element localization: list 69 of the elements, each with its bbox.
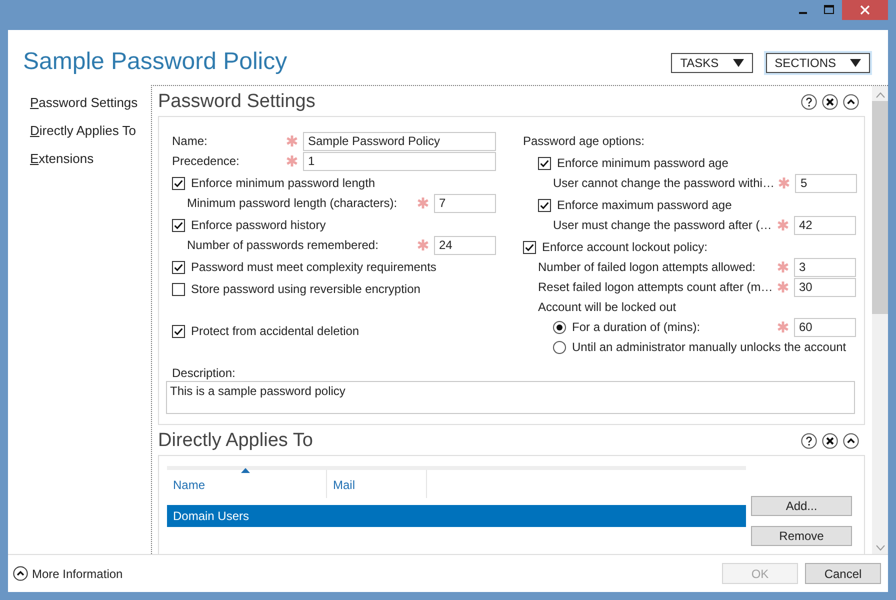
close-icon [860,5,870,15]
field-label: Name: [172,134,208,148]
nav-link[interactable]: Directly Applies To [30,121,136,140]
checkbox-label: Enforce maximum password age [557,198,733,212]
checkbox[interactable] [172,176,185,190]
column-header[interactable]: Name [167,470,327,498]
group-label: Password age options: [523,134,646,148]
text-field[interactable]: 5 [795,174,858,193]
text-field[interactable]: Sample Password Policy [303,132,496,151]
close-icon[interactable] [822,94,838,110]
radio-label: Until an administrator manually unlocks the account [572,340,848,354]
checkbox-label: Store password using reversible encryption [191,282,422,296]
window-title: Sample Password Policy [23,47,288,78]
field-label: Minimum password length (characters): [187,196,398,210]
field-label: Number of failed logon attempts allowed: [538,260,756,274]
scroll-thumb[interactable] [872,101,888,314]
chevron-up-icon[interactable] [843,94,859,110]
dialog-button[interactable]: Cancel [805,563,881,584]
caret-icon [850,59,861,68]
checkbox-label: Enforce password history [191,218,327,232]
checkbox[interactable] [172,282,185,296]
text-field[interactable]: 1 [303,152,496,171]
radio-button[interactable] [553,320,566,334]
field-label: User cannot change the password withi… [553,176,774,190]
radio-button[interactable] [553,340,566,354]
checkbox[interactable] [172,324,185,338]
caret-icon [732,59,744,68]
checkbox-label: Enforce minimum password age [557,156,730,170]
help-icon[interactable] [801,94,817,110]
description-field[interactable]: This is a sample password policy [166,381,855,414]
field-label: Reset failed logon attempts count after (m… [538,280,773,294]
field-label: Description: [172,365,236,382]
table-row[interactable]: Domain Users [167,505,746,528]
field-label: Number of passwords remembered: [187,238,380,252]
column-header[interactable]: Mail [327,470,427,498]
help-icon[interactable] [801,433,817,450]
section-title: Directly Applies To [158,430,314,452]
text-field[interactable]: 24 [434,236,496,255]
chevron-up-icon[interactable] [843,433,859,450]
action-button[interactable]: Add... [751,496,852,516]
text-field[interactable]: 60 [794,318,856,337]
checkbox-label: Protect from accidental deletion [191,324,360,338]
field-label: User must change the password after (… [553,218,773,232]
text-field[interactable]: 30 [794,278,856,297]
close-button[interactable] [842,0,888,20]
nav-link[interactable]: Password Settings [30,93,138,112]
text-field[interactable]: 7 [434,194,496,213]
section-title: Password Settings [158,91,316,114]
close-icon[interactable] [822,433,838,450]
dropdown-button[interactable]: TASKS [671,53,753,74]
checkbox[interactable] [172,218,185,232]
action-button[interactable]: Remove [751,526,852,546]
more-information-link[interactable]: More Information [32,566,715,581]
checkbox[interactable] [538,156,551,170]
checkbox-label: Password must meet complexity requirements [191,260,438,274]
dropdown-button[interactable]: SECTIONS [766,53,870,74]
checkbox-label: Enforce account lockout policy: [542,240,708,254]
group-label: Account will be locked out [538,300,678,314]
scrollbar[interactable] [872,86,888,554]
nav-link[interactable]: Extensions [30,149,94,168]
checkbox[interactable] [172,260,185,274]
checkbox[interactable] [538,198,551,212]
radio-label: For a duration of (mins): [572,320,702,334]
checkbox[interactable] [523,240,536,254]
chevron-up-icon[interactable] [13,566,28,582]
text-field[interactable]: 42 [794,216,856,235]
checkbox-label: Enforce minimum password length [191,176,376,190]
field-label: Precedence: [172,154,240,168]
text-field[interactable]: 3 [794,258,856,277]
